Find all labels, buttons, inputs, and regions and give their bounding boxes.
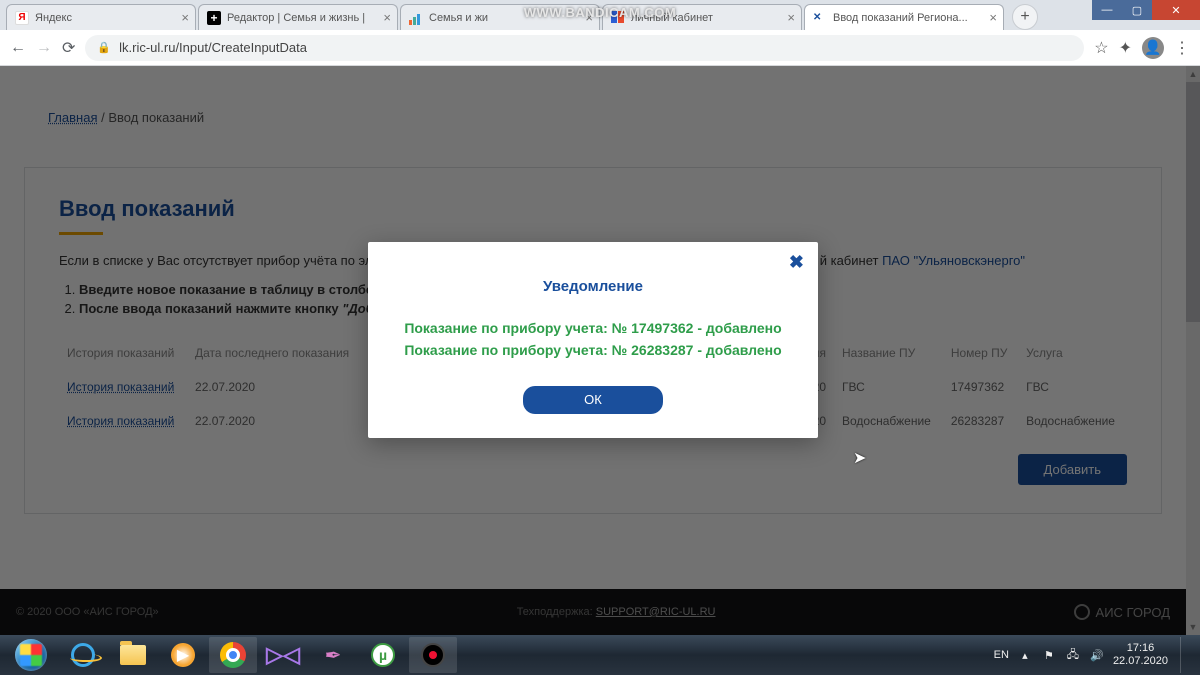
taskbar-ie[interactable] [59,637,107,673]
network-icon[interactable]: 🖧 [1065,647,1081,663]
clock-time: 17:16 [1113,642,1168,655]
tab-title: Ввод показаний Региона... [833,12,981,24]
chrome-icon [220,642,246,668]
ric-icon: ✕ [813,11,827,25]
modal-body: Показание по прибору учета: № 17497362 -… [368,307,818,378]
url-field[interactable]: 🔒 lk.ric-ul.ru/Input/CreateInputData [85,35,1084,61]
close-icon[interactable]: × [787,10,795,25]
menu-icon[interactable]: ⋮ [1174,38,1190,58]
address-bar: ← → ⟳ 🔒 lk.ric-ul.ru/Input/CreateInputDa… [0,30,1200,66]
url-text: lk.ric-ul.ru/Input/CreateInputData [119,40,307,55]
bandicam-watermark: WWW.BANDICAM.COM [524,6,676,19]
taskbar-explorer[interactable] [109,637,157,673]
new-tab-button[interactable]: + [1012,4,1038,30]
back-button[interactable]: ← [10,39,26,57]
reload-button[interactable]: ⟳ [62,38,75,58]
modal-line-1: Показание по прибору учета: № 17497362 -… [392,317,794,339]
windows-orb-icon [15,639,47,671]
browser-tab[interactable]: Я Яндекс × [6,4,196,30]
taskbar-feather[interactable]: ✒ [309,637,357,673]
profile-icon[interactable]: 👤 [1142,37,1164,59]
taskbar-bandicam[interactable] [409,637,457,673]
volume-icon[interactable]: 🔊 [1089,647,1105,663]
show-desktop-button[interactable] [1180,637,1192,673]
folder-icon [120,645,146,665]
bookmark-icon[interactable]: ☆ [1094,38,1108,58]
utorrent-icon: µ [371,643,395,667]
ie-icon [71,643,95,667]
modal-line-2: Показание по прибору учета: № 26283287 -… [392,339,794,361]
window-minimize-button[interactable]: — [1092,0,1122,20]
feather-icon: ✒ [325,643,342,668]
taskbar-chrome[interactable] [209,637,257,673]
wmp-icon: ▶ [171,643,195,667]
modal-title: Уведомление [368,242,818,307]
tab-title: Редактор | Семья и жизнь | [227,12,375,24]
forward-button[interactable]: → [36,39,52,57]
taskbar-clock[interactable]: 17:16 22.07.2020 [1113,642,1168,668]
editor-icon: + [207,11,221,25]
browser-tab-active[interactable]: ✕ Ввод показаний Региона... × [804,4,1004,30]
taskbar-wmp[interactable]: ▶ [159,637,207,673]
system-tray: EN ▴ ⚑ 🖧 🔊 17:16 22.07.2020 [994,637,1196,673]
windows-taskbar: ▶ ▷◁ ✒ µ EN ▴ ⚑ 🖧 🔊 17:16 22.07.2020 [0,635,1200,675]
vs-icon: ▷◁ [266,642,300,668]
tray-arrow-icon[interactable]: ▴ [1017,647,1033,663]
action-center-icon[interactable]: ⚑ [1041,647,1057,663]
browser-tab[interactable]: + Редактор | Семья и жизнь | × [198,4,398,30]
bandicam-icon [421,643,445,667]
chart-icon [409,11,423,25]
close-icon[interactable]: × [989,10,997,25]
close-icon[interactable]: × [181,10,189,25]
modal-close-icon[interactable]: ✖ [789,252,804,273]
lock-icon: 🔒 [97,41,111,54]
extensions-icon[interactable]: ✦ [1119,38,1132,58]
language-indicator[interactable]: EN [994,649,1009,661]
mouse-cursor: ➤ [853,448,866,468]
modal-ok-button[interactable]: ОК [523,386,663,414]
taskbar-utorrent[interactable]: µ [359,637,407,673]
window-maximize-button[interactable]: ▢ [1122,0,1152,20]
clock-date: 22.07.2020 [1113,655,1168,668]
window-close-button[interactable]: ✕ [1152,0,1200,20]
yandex-icon: Я [15,11,29,25]
taskbar-vs[interactable]: ▷◁ [259,637,307,673]
start-button[interactable] [5,637,57,673]
notification-modal: ✖ Уведомление Показание по прибору учета… [368,242,818,438]
close-icon[interactable]: × [383,10,391,25]
tab-title: Яндекс [35,12,173,24]
